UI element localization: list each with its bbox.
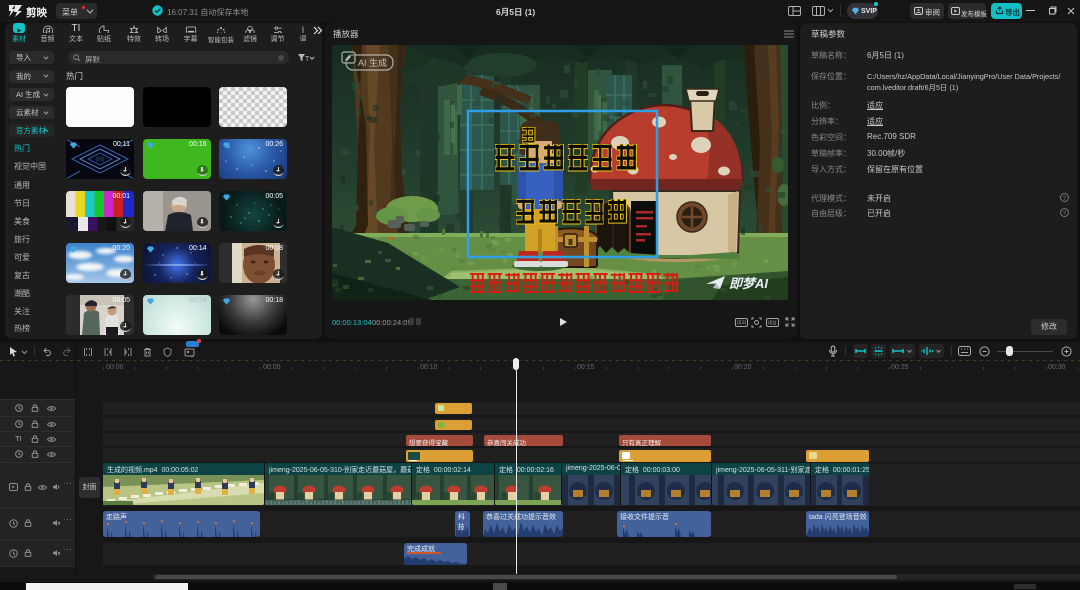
svg-text:T: T [305,56,310,63]
svg-text:네성: 네성 [768,320,777,327]
svg-text:AI 生成: AI 生成 [358,57,387,68]
svg-text:미리: 미리 [737,320,746,327]
svg-text:即梦AI: 即梦AI [729,276,768,291]
